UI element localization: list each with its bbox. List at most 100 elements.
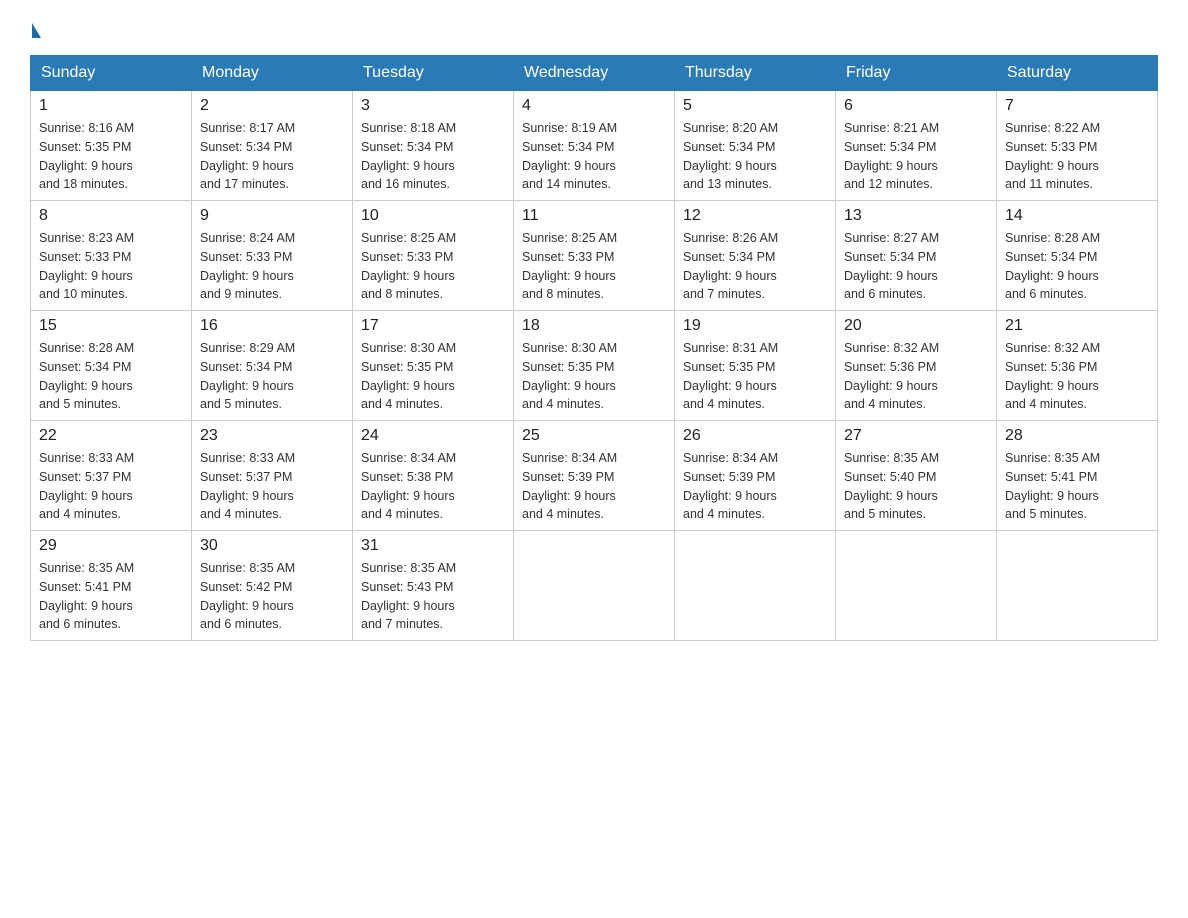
- calendar-header-friday: Friday: [836, 56, 997, 91]
- calendar-cell: 22 Sunrise: 8:33 AMSunset: 5:37 PMDaylig…: [31, 421, 192, 531]
- calendar-header-wednesday: Wednesday: [514, 56, 675, 91]
- day-info: Sunrise: 8:30 AMSunset: 5:35 PMDaylight:…: [361, 341, 456, 411]
- day-info: Sunrise: 8:23 AMSunset: 5:33 PMDaylight:…: [39, 231, 134, 301]
- calendar-header-thursday: Thursday: [675, 56, 836, 91]
- day-info: Sunrise: 8:22 AMSunset: 5:33 PMDaylight:…: [1005, 121, 1100, 191]
- calendar-cell: [514, 531, 675, 641]
- calendar-cell: 10 Sunrise: 8:25 AMSunset: 5:33 PMDaylig…: [353, 201, 514, 311]
- calendar-header-sunday: Sunday: [31, 56, 192, 91]
- calendar-cell: [997, 531, 1158, 641]
- day-number: 5: [683, 97, 827, 115]
- day-info: Sunrise: 8:26 AMSunset: 5:34 PMDaylight:…: [683, 231, 778, 301]
- day-number: 29: [39, 537, 183, 555]
- calendar-cell: 15 Sunrise: 8:28 AMSunset: 5:34 PMDaylig…: [31, 311, 192, 421]
- day-info: Sunrise: 8:35 AMSunset: 5:40 PMDaylight:…: [844, 451, 939, 521]
- day-number: 16: [200, 317, 344, 335]
- day-info: Sunrise: 8:32 AMSunset: 5:36 PMDaylight:…: [844, 341, 939, 411]
- calendar-cell: 17 Sunrise: 8:30 AMSunset: 5:35 PMDaylig…: [353, 311, 514, 421]
- day-info: Sunrise: 8:35 AMSunset: 5:42 PMDaylight:…: [200, 561, 295, 631]
- day-number: 7: [1005, 97, 1149, 115]
- day-info: Sunrise: 8:35 AMSunset: 5:43 PMDaylight:…: [361, 561, 456, 631]
- calendar-header-monday: Monday: [192, 56, 353, 91]
- day-number: 4: [522, 97, 666, 115]
- calendar-cell: 21 Sunrise: 8:32 AMSunset: 5:36 PMDaylig…: [997, 311, 1158, 421]
- calendar-cell: 1 Sunrise: 8:16 AMSunset: 5:35 PMDayligh…: [31, 91, 192, 201]
- day-number: 24: [361, 427, 505, 445]
- day-number: 8: [39, 207, 183, 225]
- day-number: 3: [361, 97, 505, 115]
- page-header: [30, 20, 1158, 35]
- day-number: 25: [522, 427, 666, 445]
- day-info: Sunrise: 8:27 AMSunset: 5:34 PMDaylight:…: [844, 231, 939, 301]
- calendar-cell: 11 Sunrise: 8:25 AMSunset: 5:33 PMDaylig…: [514, 201, 675, 311]
- calendar-cell: 4 Sunrise: 8:19 AMSunset: 5:34 PMDayligh…: [514, 91, 675, 201]
- day-info: Sunrise: 8:25 AMSunset: 5:33 PMDaylight:…: [361, 231, 456, 301]
- calendar-cell: 25 Sunrise: 8:34 AMSunset: 5:39 PMDaylig…: [514, 421, 675, 531]
- calendar-cell: 26 Sunrise: 8:34 AMSunset: 5:39 PMDaylig…: [675, 421, 836, 531]
- calendar-cell: 19 Sunrise: 8:31 AMSunset: 5:35 PMDaylig…: [675, 311, 836, 421]
- day-number: 31: [361, 537, 505, 555]
- day-info: Sunrise: 8:32 AMSunset: 5:36 PMDaylight:…: [1005, 341, 1100, 411]
- calendar-week-row: 29 Sunrise: 8:35 AMSunset: 5:41 PMDaylig…: [31, 531, 1158, 641]
- calendar-cell: 12 Sunrise: 8:26 AMSunset: 5:34 PMDaylig…: [675, 201, 836, 311]
- logo: [30, 20, 41, 35]
- day-number: 28: [1005, 427, 1149, 445]
- day-info: Sunrise: 8:18 AMSunset: 5:34 PMDaylight:…: [361, 121, 456, 191]
- day-info: Sunrise: 8:35 AMSunset: 5:41 PMDaylight:…: [39, 561, 134, 631]
- day-info: Sunrise: 8:33 AMSunset: 5:37 PMDaylight:…: [200, 451, 295, 521]
- calendar-week-row: 8 Sunrise: 8:23 AMSunset: 5:33 PMDayligh…: [31, 201, 1158, 311]
- day-number: 26: [683, 427, 827, 445]
- logo-triangle-icon: [32, 23, 41, 38]
- day-info: Sunrise: 8:28 AMSunset: 5:34 PMDaylight:…: [39, 341, 134, 411]
- calendar-cell: [836, 531, 997, 641]
- calendar-header-tuesday: Tuesday: [353, 56, 514, 91]
- day-number: 22: [39, 427, 183, 445]
- day-info: Sunrise: 8:21 AMSunset: 5:34 PMDaylight:…: [844, 121, 939, 191]
- day-info: Sunrise: 8:31 AMSunset: 5:35 PMDaylight:…: [683, 341, 778, 411]
- calendar-cell: 7 Sunrise: 8:22 AMSunset: 5:33 PMDayligh…: [997, 91, 1158, 201]
- calendar-cell: 24 Sunrise: 8:34 AMSunset: 5:38 PMDaylig…: [353, 421, 514, 531]
- day-number: 10: [361, 207, 505, 225]
- day-info: Sunrise: 8:28 AMSunset: 5:34 PMDaylight:…: [1005, 231, 1100, 301]
- day-info: Sunrise: 8:34 AMSunset: 5:39 PMDaylight:…: [683, 451, 778, 521]
- day-info: Sunrise: 8:17 AMSunset: 5:34 PMDaylight:…: [200, 121, 295, 191]
- day-number: 2: [200, 97, 344, 115]
- calendar-cell: 31 Sunrise: 8:35 AMSunset: 5:43 PMDaylig…: [353, 531, 514, 641]
- day-info: Sunrise: 8:34 AMSunset: 5:38 PMDaylight:…: [361, 451, 456, 521]
- day-number: 11: [522, 207, 666, 225]
- calendar-cell: 23 Sunrise: 8:33 AMSunset: 5:37 PMDaylig…: [192, 421, 353, 531]
- day-number: 20: [844, 317, 988, 335]
- day-info: Sunrise: 8:20 AMSunset: 5:34 PMDaylight:…: [683, 121, 778, 191]
- day-info: Sunrise: 8:19 AMSunset: 5:34 PMDaylight:…: [522, 121, 617, 191]
- calendar-cell: 5 Sunrise: 8:20 AMSunset: 5:34 PMDayligh…: [675, 91, 836, 201]
- calendar-week-row: 15 Sunrise: 8:28 AMSunset: 5:34 PMDaylig…: [31, 311, 1158, 421]
- calendar-cell: 9 Sunrise: 8:24 AMSunset: 5:33 PMDayligh…: [192, 201, 353, 311]
- day-info: Sunrise: 8:16 AMSunset: 5:35 PMDaylight:…: [39, 121, 134, 191]
- calendar-cell: 8 Sunrise: 8:23 AMSunset: 5:33 PMDayligh…: [31, 201, 192, 311]
- calendar-cell: 14 Sunrise: 8:28 AMSunset: 5:34 PMDaylig…: [997, 201, 1158, 311]
- day-number: 15: [39, 317, 183, 335]
- calendar-week-row: 22 Sunrise: 8:33 AMSunset: 5:37 PMDaylig…: [31, 421, 1158, 531]
- day-info: Sunrise: 8:34 AMSunset: 5:39 PMDaylight:…: [522, 451, 617, 521]
- calendar-header-row: SundayMondayTuesdayWednesdayThursdayFrid…: [31, 56, 1158, 91]
- day-info: Sunrise: 8:33 AMSunset: 5:37 PMDaylight:…: [39, 451, 134, 521]
- day-number: 27: [844, 427, 988, 445]
- day-info: Sunrise: 8:30 AMSunset: 5:35 PMDaylight:…: [522, 341, 617, 411]
- day-number: 30: [200, 537, 344, 555]
- calendar-cell: 28 Sunrise: 8:35 AMSunset: 5:41 PMDaylig…: [997, 421, 1158, 531]
- calendar-cell: [675, 531, 836, 641]
- day-number: 17: [361, 317, 505, 335]
- day-number: 14: [1005, 207, 1149, 225]
- day-number: 13: [844, 207, 988, 225]
- day-number: 23: [200, 427, 344, 445]
- day-number: 12: [683, 207, 827, 225]
- day-info: Sunrise: 8:29 AMSunset: 5:34 PMDaylight:…: [200, 341, 295, 411]
- calendar-header-saturday: Saturday: [997, 56, 1158, 91]
- calendar-week-row: 1 Sunrise: 8:16 AMSunset: 5:35 PMDayligh…: [31, 91, 1158, 201]
- day-info: Sunrise: 8:35 AMSunset: 5:41 PMDaylight:…: [1005, 451, 1100, 521]
- calendar-table: SundayMondayTuesdayWednesdayThursdayFrid…: [30, 55, 1158, 641]
- day-number: 19: [683, 317, 827, 335]
- day-info: Sunrise: 8:25 AMSunset: 5:33 PMDaylight:…: [522, 231, 617, 301]
- calendar-cell: 13 Sunrise: 8:27 AMSunset: 5:34 PMDaylig…: [836, 201, 997, 311]
- calendar-cell: 29 Sunrise: 8:35 AMSunset: 5:41 PMDaylig…: [31, 531, 192, 641]
